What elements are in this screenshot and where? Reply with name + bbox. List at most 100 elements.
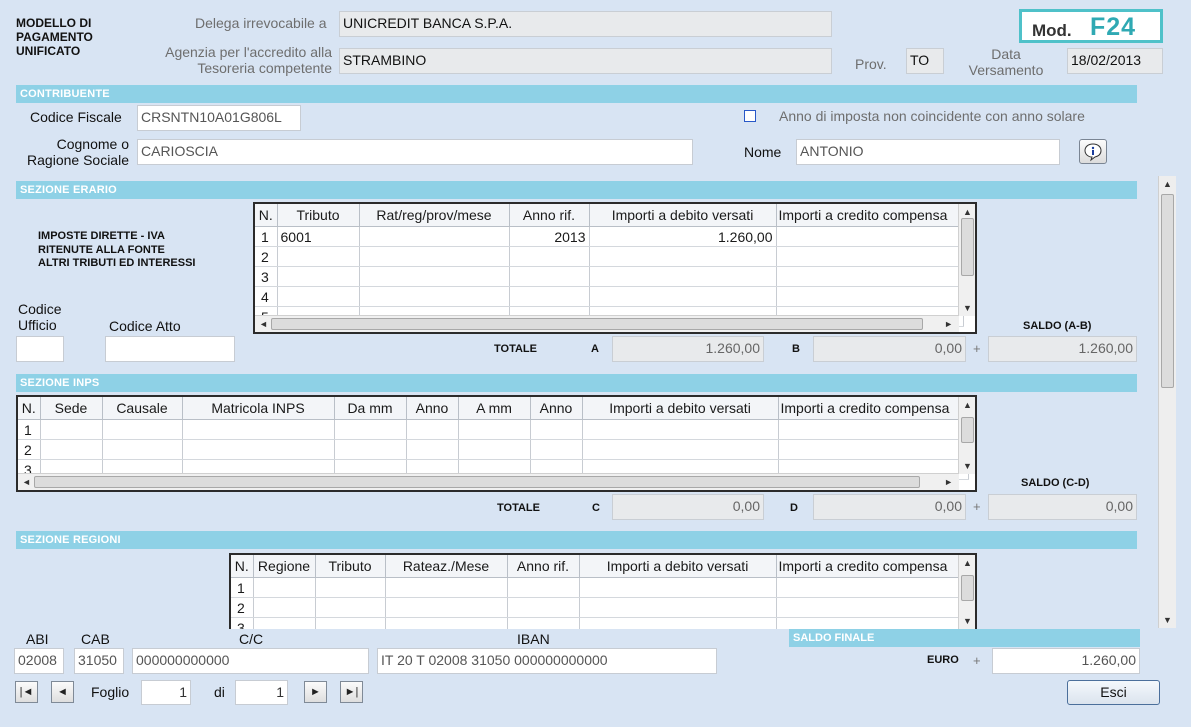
first-page-button[interactable]: |◄	[15, 681, 38, 703]
codice-ufficio-field[interactable]	[16, 336, 64, 362]
inps-vertical-scrollbar[interactable]: ▲ ▼	[958, 397, 975, 474]
cell[interactable]	[776, 226, 964, 247]
erario-col-anno[interactable]: Anno rif.	[509, 204, 590, 227]
table-row[interactable]: 1	[231, 577, 964, 598]
last-page-button[interactable]: ►|	[340, 681, 363, 703]
saldo-ab-field[interactable]: 1.260,00	[988, 336, 1137, 362]
cell[interactable]	[359, 246, 510, 267]
cell[interactable]	[582, 419, 779, 440]
cell[interactable]	[507, 577, 580, 598]
table-row[interactable]: 4	[255, 286, 964, 307]
table-row[interactable]: 3	[231, 617, 964, 629]
cell[interactable]: 1.260,00	[589, 226, 777, 247]
di-field[interactable]: 1	[235, 680, 288, 705]
iban-field[interactable]: IT 20 T 02008 31050 000000000000	[377, 648, 717, 674]
cell[interactable]	[778, 419, 969, 440]
inps-col-causale[interactable]: Causale	[102, 397, 183, 420]
cell[interactable]	[458, 419, 531, 440]
cell[interactable]	[40, 419, 103, 440]
cell[interactable]	[406, 419, 459, 440]
cell[interactable]	[253, 617, 316, 629]
scroll-thumb[interactable]	[961, 218, 974, 276]
cell[interactable]	[385, 577, 508, 598]
scroll-down-icon[interactable]: ▼	[963, 461, 972, 471]
cc-field[interactable]: 000000000000	[132, 648, 369, 674]
cell[interactable]	[509, 286, 590, 307]
scroll-up-icon[interactable]: ▲	[1163, 179, 1172, 189]
regioni-grid[interactable]: N. Regione Tributo Rateaz./Mese Anno rif…	[229, 553, 977, 629]
next-page-button[interactable]: ►	[304, 681, 327, 703]
scroll-thumb[interactable]	[34, 476, 920, 488]
codice-atto-field[interactable]	[105, 336, 235, 362]
scroll-right-icon[interactable]: ►	[944, 477, 953, 487]
cell[interactable]	[776, 286, 964, 307]
inps-col-anno-da[interactable]: Anno	[406, 397, 459, 420]
saldo-finale-field[interactable]: 1.260,00	[992, 648, 1140, 674]
cell[interactable]	[589, 266, 777, 287]
cell[interactable]	[589, 286, 777, 307]
table-row[interactable]: 1	[18, 419, 969, 440]
cab-field[interactable]: 31050	[74, 648, 124, 674]
cell[interactable]	[102, 439, 183, 460]
saldo-cd-field[interactable]: 0,00	[988, 494, 1137, 520]
cell[interactable]	[579, 617, 777, 629]
scroll-right-icon[interactable]: ►	[944, 319, 953, 329]
table-row[interactable]: 2	[18, 439, 969, 460]
prov-field[interactable]: TO	[906, 48, 944, 74]
table-row[interactable]: 1 6001 2013 1.260,00	[255, 226, 964, 247]
cell[interactable]	[776, 597, 964, 618]
page-vertical-scrollbar[interactable]: ▲ ▼	[1158, 176, 1176, 628]
erario-col-n[interactable]: N.	[255, 204, 278, 227]
erario-col-rat[interactable]: Rat/reg/prov/mese	[359, 204, 510, 227]
cell[interactable]	[359, 226, 510, 247]
scroll-up-icon[interactable]: ▲	[963, 400, 972, 410]
inps-grid[interactable]: N. Sede Causale Matricola INPS Da mm Ann…	[16, 395, 977, 492]
cell[interactable]	[579, 577, 777, 598]
cell[interactable]	[277, 266, 360, 287]
delega-field[interactable]: UNICREDIT BANCA S.P.A.	[339, 11, 832, 37]
prev-page-button[interactable]: ◄	[51, 681, 74, 703]
cell[interactable]	[776, 577, 964, 598]
inps-col-sede[interactable]: Sede	[40, 397, 103, 420]
totale-b-field[interactable]: 0,00	[813, 336, 966, 362]
table-row[interactable]: 2	[231, 597, 964, 618]
inps-col-credito[interactable]: Importi a credito compensa	[778, 397, 969, 420]
scroll-thumb[interactable]	[961, 575, 974, 601]
checkbox-icon[interactable]	[744, 110, 756, 122]
cell[interactable]: 6001	[277, 226, 360, 247]
regioni-col-rateaz[interactable]: Rateaz./Mese	[385, 555, 508, 578]
inps-col-debito[interactable]: Importi a debito versati	[582, 397, 779, 420]
cell[interactable]	[277, 246, 360, 267]
cell[interactable]	[334, 419, 407, 440]
cell[interactable]	[253, 597, 316, 618]
nome-field[interactable]: ANTONIO	[796, 139, 1060, 165]
cell[interactable]	[253, 577, 316, 598]
foglio-field[interactable]: 1	[141, 680, 191, 705]
inps-col-a-mm[interactable]: A mm	[458, 397, 531, 420]
cell[interactable]	[458, 439, 531, 460]
totale-c-field[interactable]: 0,00	[612, 494, 764, 520]
regioni-col-credito[interactable]: Importi a credito compensa	[776, 555, 964, 578]
scroll-down-icon[interactable]: ▼	[963, 303, 972, 313]
cell[interactable]	[776, 617, 964, 629]
cell[interactable]	[315, 597, 386, 618]
regioni-col-tributo[interactable]: Tributo	[315, 555, 386, 578]
abi-field[interactable]: 02008	[14, 648, 64, 674]
cell[interactable]	[530, 439, 583, 460]
erario-vertical-scrollbar[interactable]: ▲ ▼	[958, 204, 975, 316]
erario-col-tributo[interactable]: Tributo	[277, 204, 360, 227]
regioni-col-debito[interactable]: Importi a debito versati	[579, 555, 777, 578]
cell[interactable]	[40, 439, 103, 460]
cell[interactable]	[277, 286, 360, 307]
cell[interactable]	[582, 439, 779, 460]
cognome-field[interactable]: CARIOSCIA	[137, 139, 693, 165]
regioni-vertical-scrollbar[interactable]: ▲ ▼	[958, 555, 975, 629]
cell[interactable]	[385, 597, 508, 618]
erario-col-debito[interactable]: Importi a debito versati	[589, 204, 777, 227]
cell[interactable]	[359, 286, 510, 307]
erario-horizontal-scrollbar[interactable]: ◄ ►	[255, 315, 959, 332]
cell[interactable]	[406, 439, 459, 460]
codice-fiscale-field[interactable]: CRSNTN10A01G806L	[137, 105, 301, 131]
inps-col-anno-a[interactable]: Anno	[530, 397, 583, 420]
table-row[interactable]: 3	[255, 266, 964, 287]
